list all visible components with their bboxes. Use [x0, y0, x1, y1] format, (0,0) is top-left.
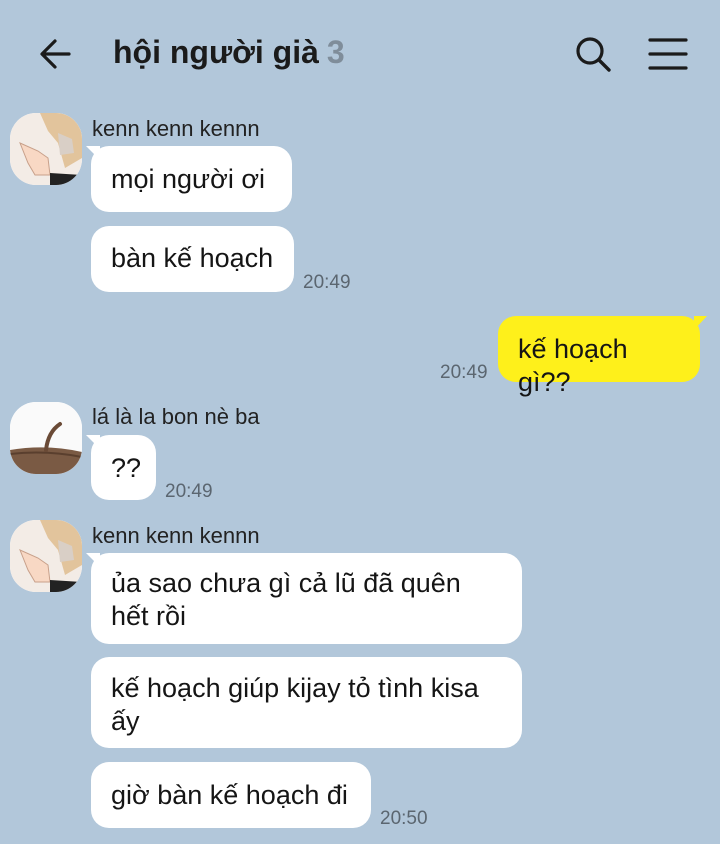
bubble-tail: [694, 316, 707, 330]
chat-name: hội người già: [113, 34, 319, 70]
message-text: giờ bàn kế hoạch đi: [111, 780, 348, 810]
message-bubble[interactable]: giờ bàn kế hoạch đi: [91, 762, 371, 828]
message-time: 20:50: [380, 808, 428, 829]
message-bubble[interactable]: ủa sao chưa gì cả lũ đã quên hết rồi: [91, 553, 522, 644]
chat-title: hội người già 3: [113, 34, 345, 71]
my-message-bubble[interactable]: kế hoạch gì??: [498, 316, 700, 397]
chat-header: hội người già 3: [0, 0, 720, 108]
avatar[interactable]: [10, 113, 82, 185]
message-bubble[interactable]: ??: [91, 435, 156, 500]
member-count: 3: [326, 34, 345, 70]
avatar[interactable]: [10, 402, 82, 474]
message-time: 20:49: [165, 481, 213, 502]
menu-icon[interactable]: [645, 32, 691, 76]
message-text: ??: [111, 453, 142, 483]
message-bubble[interactable]: kế hoạch giúp kijay tỏ tình kisa ấy: [91, 657, 522, 748]
message-time: 20:49: [303, 272, 351, 293]
search-icon[interactable]: [571, 32, 615, 76]
message-text: mọi người ơi: [111, 164, 266, 194]
message-text: bàn kế hoạch: [111, 243, 274, 273]
message-time: 20:49: [440, 362, 488, 383]
message-text-line: ấy: [111, 706, 140, 736]
message-text-line: kế hoạch giúp kijay tỏ tình kisa: [111, 673, 479, 703]
message-bubble[interactable]: mọi người ơi: [91, 146, 292, 212]
sender-name: kenn kenn kennn: [92, 116, 260, 141]
message-text: kế hoạch gì??: [518, 334, 628, 397]
message-text-line: hết rồi: [111, 601, 187, 631]
sender-name: kenn kenn kennn: [92, 523, 260, 548]
sender-name: lá là la bon nè ba: [92, 404, 260, 429]
message-text-line: ủa sao chưa gì cả lũ đã quên: [111, 568, 461, 598]
back-arrow-icon[interactable]: [34, 32, 78, 76]
message-bubble[interactable]: bàn kế hoạch: [91, 226, 294, 292]
avatar[interactable]: [10, 520, 82, 592]
